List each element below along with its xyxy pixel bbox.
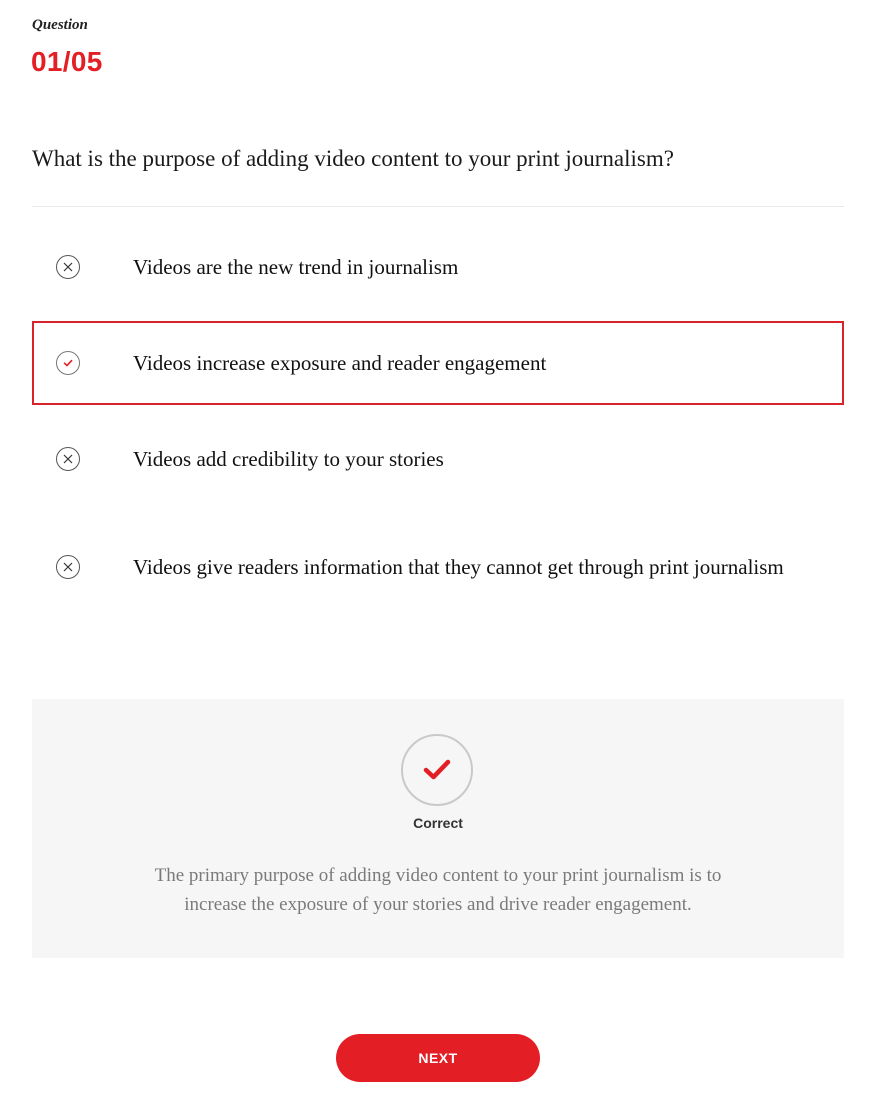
answer-option-text: Videos add credibility to your stories [133,447,444,471]
answer-option-1[interactable]: Videos are the new trend in journalism [32,225,844,309]
question-counter: 01/05 [31,46,103,77]
feedback-panel: Correct The primary purpose of adding vi… [32,699,844,958]
x-circle-icon [56,447,80,471]
result-status: Correct [413,815,463,831]
explanation-text: The primary purpose of adding video cont… [154,865,722,915]
next-button[interactable]: NEXT [336,1034,540,1082]
answer-option-text: Videos increase exposure and reader enga… [133,351,547,375]
question-label: Question [32,17,88,33]
answer-option-text: Videos give readers information that the… [133,555,784,579]
divider [32,206,844,207]
check-circle-icon [56,351,80,375]
answer-option-4[interactable]: Videos give readers information that the… [32,513,844,621]
check-icon [423,759,451,780]
x-circle-icon [56,555,80,579]
x-circle-icon [56,255,80,279]
answer-option-3[interactable]: Videos add credibility to your stories [32,417,844,501]
answer-option-text: Videos are the new trend in journalism [133,255,459,279]
question-text: What is the purpose of adding video cont… [32,146,674,171]
result-badge [401,734,473,806]
answer-option-2[interactable]: Videos increase exposure and reader enga… [32,321,844,405]
